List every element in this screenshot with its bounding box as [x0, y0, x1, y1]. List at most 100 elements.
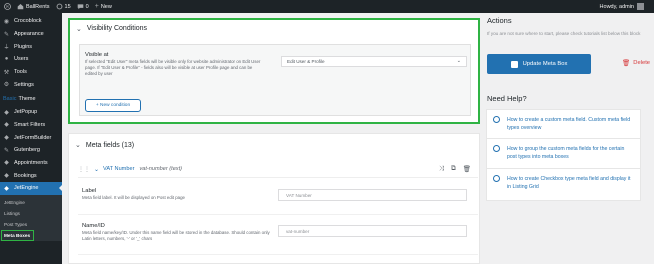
sidebar-item-jetpopup[interactable]: ◆ JetPopup	[0, 106, 62, 119]
sidebar-item-label: JetFormBuilder	[14, 134, 52, 141]
drag-handle-icon[interactable]: ⋮⋮	[78, 166, 90, 173]
svg-text:W: W	[6, 5, 10, 9]
jet-icon: ◆	[4, 109, 9, 116]
plus-icon: +	[94, 3, 99, 10]
jet-icon: ◆	[4, 135, 9, 142]
gutenberg-icon: ✎	[3, 147, 10, 154]
user-icon: ●	[4, 56, 9, 63]
sidebar-item-label: Gutenberg	[14, 147, 40, 154]
name-field-row: Name/ID Meta field name/key/ID. Under th…	[78, 215, 478, 255]
actions-title: Actions	[487, 16, 512, 25]
meta-fields-header[interactable]: ⌄ Meta fields (13)	[69, 134, 479, 156]
sidebar-item-bookings[interactable]: ◆ Bookings	[0, 169, 62, 182]
wordpress-logo-icon[interactable]: W	[4, 3, 13, 10]
shuffle-icon[interactable]: ⤨	[439, 165, 444, 173]
sidebar-item-label: JetPopup	[14, 109, 38, 116]
avatar	[637, 3, 644, 10]
sidebar-item-label: Users	[14, 56, 29, 63]
sidebar-item-label: Crocoblock	[14, 18, 42, 25]
sidebar-item-label: Bookings	[14, 172, 37, 179]
sidebar-item-smart-filters[interactable]: ◆ Smart Filters	[0, 119, 62, 132]
visible-at-select[interactable]: Edit User & Profile ⌄	[281, 56, 467, 67]
name-field-label-group: Name/ID Meta field name/key/ID. Under th…	[82, 223, 272, 242]
submenu-item-jetengine[interactable]: JetEngine	[0, 197, 62, 208]
sidebar-item-settings[interactable]: ⚙ Settings	[0, 78, 62, 91]
submenu-item-meta-boxes[interactable]: Meta Boxes	[1, 229, 34, 241]
delete-button[interactable]: 🗑 Delete	[622, 59, 650, 67]
sidebar-item-label: JetEngine	[14, 185, 39, 192]
name-field-title: Name/ID	[82, 223, 105, 229]
trash-icon[interactable]: 🗑	[463, 165, 471, 173]
sidebar-item-crocoblock[interactable]: ◉ Crocoblock	[0, 15, 62, 28]
updates-link[interactable]: 15	[56, 3, 71, 10]
sidebar-item-jetengine[interactable]: ◆ JetEngine	[0, 181, 62, 195]
updates-icon	[56, 3, 62, 10]
chevron-down-icon[interactable]: ⌄	[76, 25, 82, 33]
sidebar-item-jetformbuilder[interactable]: ◆ JetFormBuilder	[0, 131, 62, 144]
label-input[interactable]: VAT Number	[278, 189, 467, 201]
label-field-title: Label	[82, 188, 97, 194]
sidebar-item-appearance[interactable]: ✎ Appearance	[0, 28, 62, 41]
sidebar-section-theme: Basic Theme	[0, 93, 62, 106]
delete-label: Delete	[633, 60, 651, 66]
my-account-link[interactable]: Howdy, admin	[600, 0, 644, 13]
info-circle-icon	[493, 116, 500, 123]
jet-icon: ◆	[4, 160, 9, 167]
new-label: New	[100, 3, 112, 10]
visible-at-select-value: Edit User & Profile	[287, 59, 325, 64]
submenu-item-post-types[interactable]: Post Types	[0, 219, 62, 230]
label-field-row: Label Meta field label. It will be displ…	[78, 178, 478, 215]
crocoblock-icon: ◉	[3, 18, 10, 25]
sidebar-item-plugins[interactable]: ⏚ Plugins	[0, 40, 62, 53]
trash-icon: 🗑	[622, 60, 631, 67]
sidebar-item-label: Appointments	[14, 159, 48, 166]
meta-field-row-header[interactable]: ⋮⋮ ⌄ VAT Number vat-number (text) ⤨ ⧉ 🗑	[78, 161, 478, 178]
comments-link[interactable]: 0	[77, 3, 89, 10]
help-link-2[interactable]: How to group the custom meta fields for …	[486, 138, 641, 169]
site-name-link[interactable]: BallRents	[17, 3, 50, 10]
help-link-3[interactable]: How to create Checkbox type meta field a…	[486, 168, 641, 201]
label-field-label-group: Label Meta field label. It will be displ…	[82, 188, 185, 201]
sidebar-item-label: Appearance	[14, 31, 44, 38]
wrench-icon: ⚒	[3, 69, 10, 76]
jet-icon: ◆	[4, 185, 9, 192]
sidebar-item-appointments[interactable]: ◆ Appointments	[0, 157, 62, 170]
meta-field-tools: ⤨ ⧉ 🗑	[432, 165, 471, 173]
name-input[interactable]: vat-number	[278, 225, 467, 237]
info-circle-icon	[493, 175, 500, 182]
comment-icon	[77, 4, 83, 10]
site-name: BallRents	[26, 3, 50, 10]
sidebar-item-label: Plugins	[14, 43, 33, 50]
plug-icon: ⏚	[3, 45, 10, 52]
chevron-down-icon[interactable]: ⌄	[75, 141, 81, 149]
theme-prefix: Basic	[3, 96, 17, 103]
actions-hint: If you are not sure where to start, plea…	[487, 31, 641, 36]
save-icon	[510, 60, 518, 68]
new-condition-button[interactable]: + New condition	[85, 99, 141, 112]
update-meta-box-button[interactable]: Update Meta Box	[487, 54, 591, 74]
help-link-1[interactable]: How to create a custom meta field. Custo…	[486, 109, 641, 140]
sidebar-item-gutenberg[interactable]: ✎ Gutenberg	[0, 144, 62, 157]
submenu-item-listings[interactable]: Listings	[0, 208, 62, 219]
jet-icon: ◆	[4, 122, 9, 129]
sidebar-item-users[interactable]: ● Users	[0, 53, 62, 66]
info-circle-icon	[493, 145, 500, 152]
label-field-description: Meta field label. It will be displayed o…	[82, 195, 185, 200]
new-content-link[interactable]: + New	[95, 3, 112, 10]
visibility-panel-header[interactable]: ⌄ Visibility Conditions	[70, 20, 478, 37]
sidebar-item-tools[interactable]: ⚒ Tools	[0, 66, 62, 79]
chevron-down-icon: ⌄	[456, 58, 461, 64]
sidebar-item-label: Tools	[14, 69, 27, 76]
meta-field-meta: vat-number (text)	[139, 166, 183, 172]
help-link-text: How to create a custom meta field. Custo…	[507, 117, 631, 132]
theme-label: Theme	[18, 96, 36, 103]
name-field-description: Meta field name/key/ID. Under this name …	[82, 230, 270, 242]
comments-count: 0	[85, 3, 89, 10]
visibility-condition-card: Visible at If selected "Edit User" meta …	[79, 44, 471, 116]
copy-icon[interactable]: ⧉	[451, 165, 456, 173]
visible-at-label: Visible at	[85, 52, 109, 58]
updates-count: 15	[64, 3, 71, 10]
jet-icon: ◆	[4, 173, 9, 180]
chevron-down-icon[interactable]: ⌄	[94, 166, 99, 173]
visible-at-label-group: Visible at If selected "Edit User" meta …	[85, 52, 263, 77]
